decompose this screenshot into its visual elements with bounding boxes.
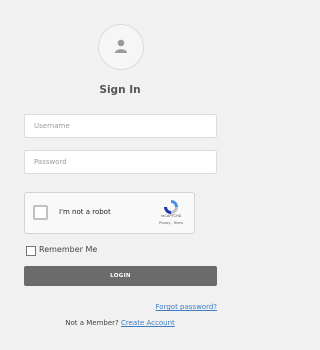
not-a-member-line: Not a Member? Create Account (0, 319, 240, 327)
create-account-link[interactable]: Create Account (121, 319, 175, 327)
recaptcha-terms-link[interactable]: Privacy - Terms (151, 221, 191, 225)
remember-me-label: Remember Me (39, 245, 98, 254)
password-placeholder: Password (34, 158, 67, 166)
user-icon (115, 39, 127, 53)
recaptcha-checkbox[interactable] (33, 205, 48, 220)
recaptcha-brand: reCAPTCHA (160, 214, 182, 218)
login-button[interactable]: LOGIN (24, 266, 217, 286)
forgot-password-link[interactable]: Forgot password? (156, 303, 217, 311)
recaptcha-logo-icon (164, 200, 178, 214)
avatar (98, 24, 144, 70)
username-placeholder: Username (34, 122, 70, 130)
username-field[interactable]: Username (24, 114, 217, 138)
member-prompt: Not a Member? (65, 319, 119, 327)
password-field[interactable]: Password (24, 150, 217, 174)
page-title: Sign In (99, 84, 141, 96)
remember-me-checkbox[interactable] (26, 246, 36, 256)
recaptcha-label: I'm not a robot (59, 208, 111, 216)
recaptcha-widget: I'm not a robot reCAPTCHA Privacy - Term… (24, 192, 195, 234)
